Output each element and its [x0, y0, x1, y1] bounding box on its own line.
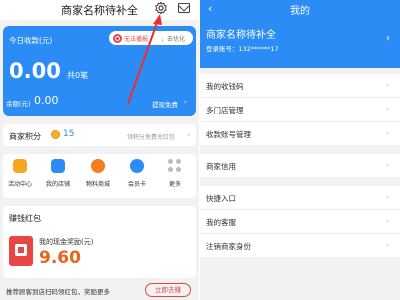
menu-item-merchant-credit[interactable]: 商家信用 › [200, 154, 400, 178]
message-mail-icon[interactable] [178, 3, 190, 13]
profile-screen: ‹ 我的 商家名称待补全 登录账号：132******17 › 我的收钱码 › … [200, 0, 400, 300]
reward-label: 我的现金奖励(元) [39, 238, 94, 246]
profile-page-title: 我的 [290, 6, 310, 17]
menu-label: 快捷入口 [206, 194, 236, 203]
store-icon [51, 159, 65, 173]
menu-item-multi-store[interactable]: 多门店管理 › [200, 98, 400, 122]
recommend-text: 推荐顾客到店扫码领红包，奖励更多 [6, 288, 110, 296]
function-grid: 活动中心 我的店铺 物料商城 会员卡 更多 [3, 154, 196, 198]
menu-label: 多门店管理 [206, 106, 244, 115]
activity-flag-icon [13, 159, 27, 173]
home-header: 商家名称待补全 [0, 0, 199, 20]
login-account: 登录账号：132******17 [206, 45, 279, 53]
balance-label: 余额(元) [6, 100, 31, 108]
more-grid-icon [168, 159, 182, 173]
broadcast-notice-pill[interactable]: 无法播报 ，去优化 [109, 31, 193, 45]
func-member-card[interactable]: 会员卡 [120, 156, 154, 196]
menu-item-customer-service[interactable]: 我的客服 › [200, 210, 400, 234]
points-row[interactable]: 商家积分 15 领积分免费兑红包 › [3, 124, 196, 146]
func-material-mall[interactable]: 物料商城 [81, 156, 115, 196]
chevron-right-icon: › [386, 192, 390, 201]
menu-item-quick-entry[interactable]: 快捷入口 › [200, 186, 400, 210]
reward-amount: 9.60 [39, 248, 81, 268]
points-chevron-icon: › [187, 130, 191, 139]
chevron-right-icon: › [386, 216, 390, 225]
home-screen: 商家名称待补全 今日收款(元) 无法播报 ，去优化 0.00 共0笔 余额(元)… [0, 0, 199, 300]
merchant-name[interactable]: 商家名称待补全 [206, 26, 276, 41]
menu-item-cancel-identity[interactable]: 注销商家身份 › [200, 234, 400, 258]
points-label: 商家积分 [9, 132, 41, 141]
mall-bag-icon [91, 159, 105, 173]
chevron-right-icon: › [386, 160, 390, 169]
func-my-store[interactable]: 我的店铺 [41, 156, 75, 196]
func-activity-center[interactable]: 活动中心 [3, 156, 37, 196]
earn-now-button[interactable]: 立即去赚 [145, 283, 191, 297]
member-card-icon [130, 159, 144, 173]
menu-label: 商家信用 [206, 162, 236, 171]
menu-label: 我的客服 [206, 218, 236, 227]
speaker-warning-icon [113, 33, 122, 43]
settings-gear-icon[interactable] [154, 1, 168, 15]
transaction-count: 共0笔 [67, 71, 89, 80]
profile-header: ‹ 我的 商家名称待补全 登录账号：132******17 › [200, 0, 400, 68]
red-packet-card: 赚钱红包 我的现金奖励(元) 9.60 [3, 206, 196, 278]
menu-label: 收款账号管理 [206, 130, 251, 139]
func-label: 更多 [168, 181, 181, 188]
chevron-right-icon: › [386, 104, 390, 113]
chevron-right-icon: › [386, 240, 390, 249]
profile-chevron-icon[interactable]: › [386, 33, 390, 44]
notice-warning-text: 无法播报 [124, 36, 149, 43]
points-value: 15 [63, 129, 75, 139]
menu-item-payment-code[interactable]: 我的收钱码 › [200, 74, 400, 98]
withdraw-chevron-icon: › [184, 98, 187, 106]
today-amount: 0.00 [9, 59, 61, 83]
red-packet-qr-icon [9, 236, 33, 266]
menu-item-account-management[interactable]: 收款账号管理 › [200, 122, 400, 146]
notice-action-text: ，去优化 [161, 36, 186, 43]
chevron-right-icon: › [386, 80, 390, 89]
menu-label: 我的收钱码 [206, 82, 244, 91]
red-packet-title: 赚钱红包 [9, 214, 41, 223]
page-title: 商家名称待补全 [61, 4, 138, 17]
points-redeem-link[interactable]: 领积分免费兑红包 [127, 132, 175, 141]
balance-amount: 0.00 [34, 94, 59, 107]
points-coin-icon [51, 130, 60, 139]
today-earnings-label: 今日收款(元) [9, 36, 53, 45]
func-more[interactable]: 更多 [158, 156, 192, 196]
withdraw-link[interactable]: 提现免费 [152, 99, 178, 109]
menu-label: 注销商家身份 [206, 242, 251, 251]
chevron-right-icon: › [386, 128, 390, 137]
